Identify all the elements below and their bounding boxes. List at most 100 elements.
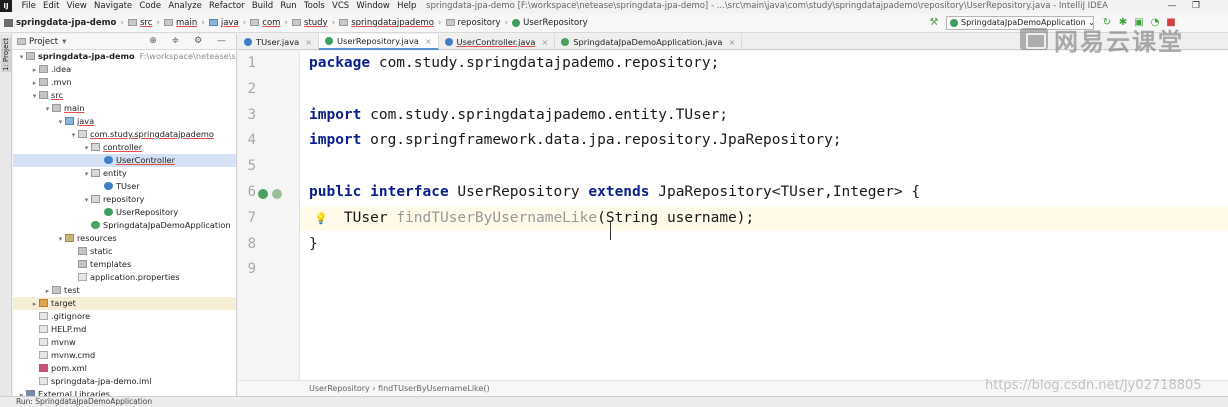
menu-build[interactable]: Build: [248, 0, 277, 12]
menu-view[interactable]: View: [63, 0, 90, 12]
tree-item-label: com.study.springdatajpademo: [90, 129, 214, 139]
tree-item-userrepository[interactable]: UserRepository: [13, 206, 236, 219]
menu-navigate[interactable]: Navigate: [90, 0, 135, 12]
tree-item-tuser[interactable]: TUser: [13, 180, 236, 193]
tree-item-external-libraries[interactable]: ▸ External Libraries: [13, 388, 236, 396]
project-panel-header: Project ▾ ⊕ ≑ ⚙ —: [13, 34, 236, 50]
tree-item-label: HELP.md: [51, 324, 87, 334]
tree-item-repository[interactable]: ▾ repository: [13, 193, 236, 206]
chevron-right-icon[interactable]: ▸: [17, 389, 26, 396]
tree-item-label: resources: [77, 233, 117, 243]
menu-window[interactable]: Window: [353, 0, 394, 12]
line-number: 8: [247, 235, 256, 252]
nav-crumb-com[interactable]: com: [246, 18, 280, 28]
tree-item-test[interactable]: ▸ test: [13, 284, 236, 297]
editor-tab-userrepository-java[interactable]: UserRepository.java ×: [318, 34, 439, 50]
tree-item-label: SpringdataJpaDemoApplication: [103, 220, 231, 230]
keyword-token: extends: [588, 184, 650, 200]
tree-item-springdatajpademoapplication[interactable]: SpringdataJpaDemoApplication: [13, 219, 236, 232]
menu-tools[interactable]: Tools: [300, 0, 328, 12]
tree-item-springdata-jpa-demo[interactable]: ▾ springdata-jpa-demo F:\workspace\netease…: [13, 50, 236, 63]
tree-item-label: .gitignore: [51, 311, 91, 321]
close-icon[interactable]: ×: [729, 38, 736, 47]
code-editor[interactable]: 1 2 3 4 5 6 7 8 9 package com.study.springdatajp…: [238, 51, 1228, 380]
menu-file[interactable]: File: [18, 0, 39, 12]
tree-item-label: templates: [90, 259, 132, 269]
file-icon: [39, 351, 48, 359]
code-token: com.study.springdatajpademo.repository;: [370, 55, 720, 71]
close-icon[interactable]: ×: [542, 38, 549, 47]
src-folder-icon: [65, 117, 74, 125]
close-icon[interactable]: ×: [305, 38, 312, 47]
maximize-button[interactable]: ❐: [1186, 0, 1206, 12]
text-cursor: [610, 222, 611, 240]
nav-crumb-springdatajpademo[interactable]: springdatajpademo: [335, 18, 434, 28]
method-token: findTUserByUsernameLike: [396, 209, 598, 226]
nav-crumb-main[interactable]: main: [160, 18, 197, 28]
tree-item-help-md[interactable]: HELP.md: [13, 323, 236, 336]
code-line: }: [309, 236, 318, 252]
brand-watermark: 网易云课堂: [1020, 24, 1184, 56]
tree-item-java[interactable]: ▾ java: [13, 115, 236, 128]
editor-tab-tuser-java[interactable]: TUser.java ×: [238, 34, 319, 50]
menu-analyze[interactable]: Analyze: [165, 0, 206, 12]
tree-item-application-properties[interactable]: application.properties: [13, 271, 236, 284]
nav-crumb-project[interactable]: springdata-jpa-demo: [0, 18, 116, 28]
run-status-bar[interactable]: Run: SpringdataJpaDemoApplication: [0, 396, 1228, 407]
tree-item-resources[interactable]: ▾ resources: [13, 232, 236, 245]
tree-item-main[interactable]: ▾ main: [13, 102, 236, 115]
panel-tool-icons[interactable]: ⊕ ≑ ⚙ —: [149, 36, 232, 46]
menu-help[interactable]: Help: [393, 0, 420, 12]
code-token: JpaRepository<TUser,Integer> {: [649, 184, 921, 200]
editor-tab-springdatajpademoapplication-java[interactable]: SpringdataJpaDemoApplication.java ×: [555, 34, 743, 50]
spring-icon: [91, 221, 100, 229]
folder-icon: [26, 52, 35, 60]
tree-item-src[interactable]: ▾ src: [13, 89, 236, 102]
tree-item-mvnw-cmd[interactable]: mvnw.cmd: [13, 349, 236, 362]
line-number: 6: [247, 184, 256, 200]
tree-item-static[interactable]: static: [13, 245, 236, 258]
tree-item-templates[interactable]: templates: [13, 258, 236, 271]
spring-data-icon[interactable]: [272, 189, 282, 199]
lightbulb-icon[interactable]: 💡: [314, 212, 328, 225]
tree-item-pom-xml[interactable]: pom.xml: [13, 362, 236, 375]
project-panel: Project ▾ ⊕ ≑ ⚙ — ▾ springdata-jpa-demo F:…: [13, 34, 237, 396]
tree-item-mvn[interactable]: ▸ .mvn: [13, 76, 236, 89]
folder-icon: [78, 260, 87, 268]
editor-tab-usercontroller-java[interactable]: UserController.java ×: [439, 34, 556, 50]
class-icon: [104, 182, 113, 190]
menu-run[interactable]: Run: [277, 0, 301, 12]
tree-item-usercontroller[interactable]: UserController: [13, 154, 236, 167]
implemented-icon[interactable]: [258, 189, 268, 199]
tree-item-controller[interactable]: ▾ controller: [13, 141, 236, 154]
code-token: com.study.springdatajpademo.entity.TUser…: [361, 106, 729, 123]
nav-crumb-java[interactable]: java: [205, 18, 239, 28]
tree-item-com-study-springdatajpademo[interactable]: ▾ com.study.springdatajpademo: [13, 128, 236, 141]
menu-vcs[interactable]: VCS: [328, 0, 352, 12]
tree-item-label: application.properties: [90, 272, 180, 282]
nav-crumb-repository[interactable]: repository: [442, 18, 501, 28]
tree-item-gitignore[interactable]: .gitignore: [13, 310, 236, 323]
project-tool-window-button[interactable]: 1: Project: [1, 38, 11, 72]
tree-item-target[interactable]: ▸ target: [13, 297, 236, 310]
project-view-select[interactable]: Project: [29, 37, 58, 47]
chevron-right-icon: ›: [156, 17, 160, 28]
chevron-down-icon[interactable]: ▾: [62, 37, 66, 47]
menu-code[interactable]: Code: [136, 0, 165, 12]
close-icon[interactable]: ×: [425, 37, 432, 46]
menu-refactor[interactable]: Refactor: [205, 0, 248, 12]
nav-crumb-src[interactable]: src: [124, 18, 152, 28]
minimize-button[interactable]: —: [1162, 0, 1182, 12]
ide-window: IJ File Edit View Navigate Code Analyze …: [0, 0, 1228, 407]
tool-window-strip: 1: Project: [0, 34, 12, 396]
tree-item-springdata-jpa-demo-iml[interactable]: springdata-jpa-demo.iml: [13, 375, 236, 388]
nav-crumb-study[interactable]: study: [288, 18, 328, 28]
menu-edit[interactable]: Edit: [39, 0, 63, 12]
tree-item-idea[interactable]: ▸ .idea: [13, 63, 236, 76]
nav-crumb-userrepository[interactable]: UserRepository: [508, 18, 588, 28]
tree-item-mvnw[interactable]: mvnw: [13, 336, 236, 349]
tree-item-entity[interactable]: ▾ entity: [13, 167, 236, 180]
tree-item-label: springdata-jpa-demo: [38, 51, 135, 61]
build-hammer-icon[interactable]: ⚒: [928, 17, 940, 29]
tree-item-label: UserRepository: [116, 207, 179, 217]
